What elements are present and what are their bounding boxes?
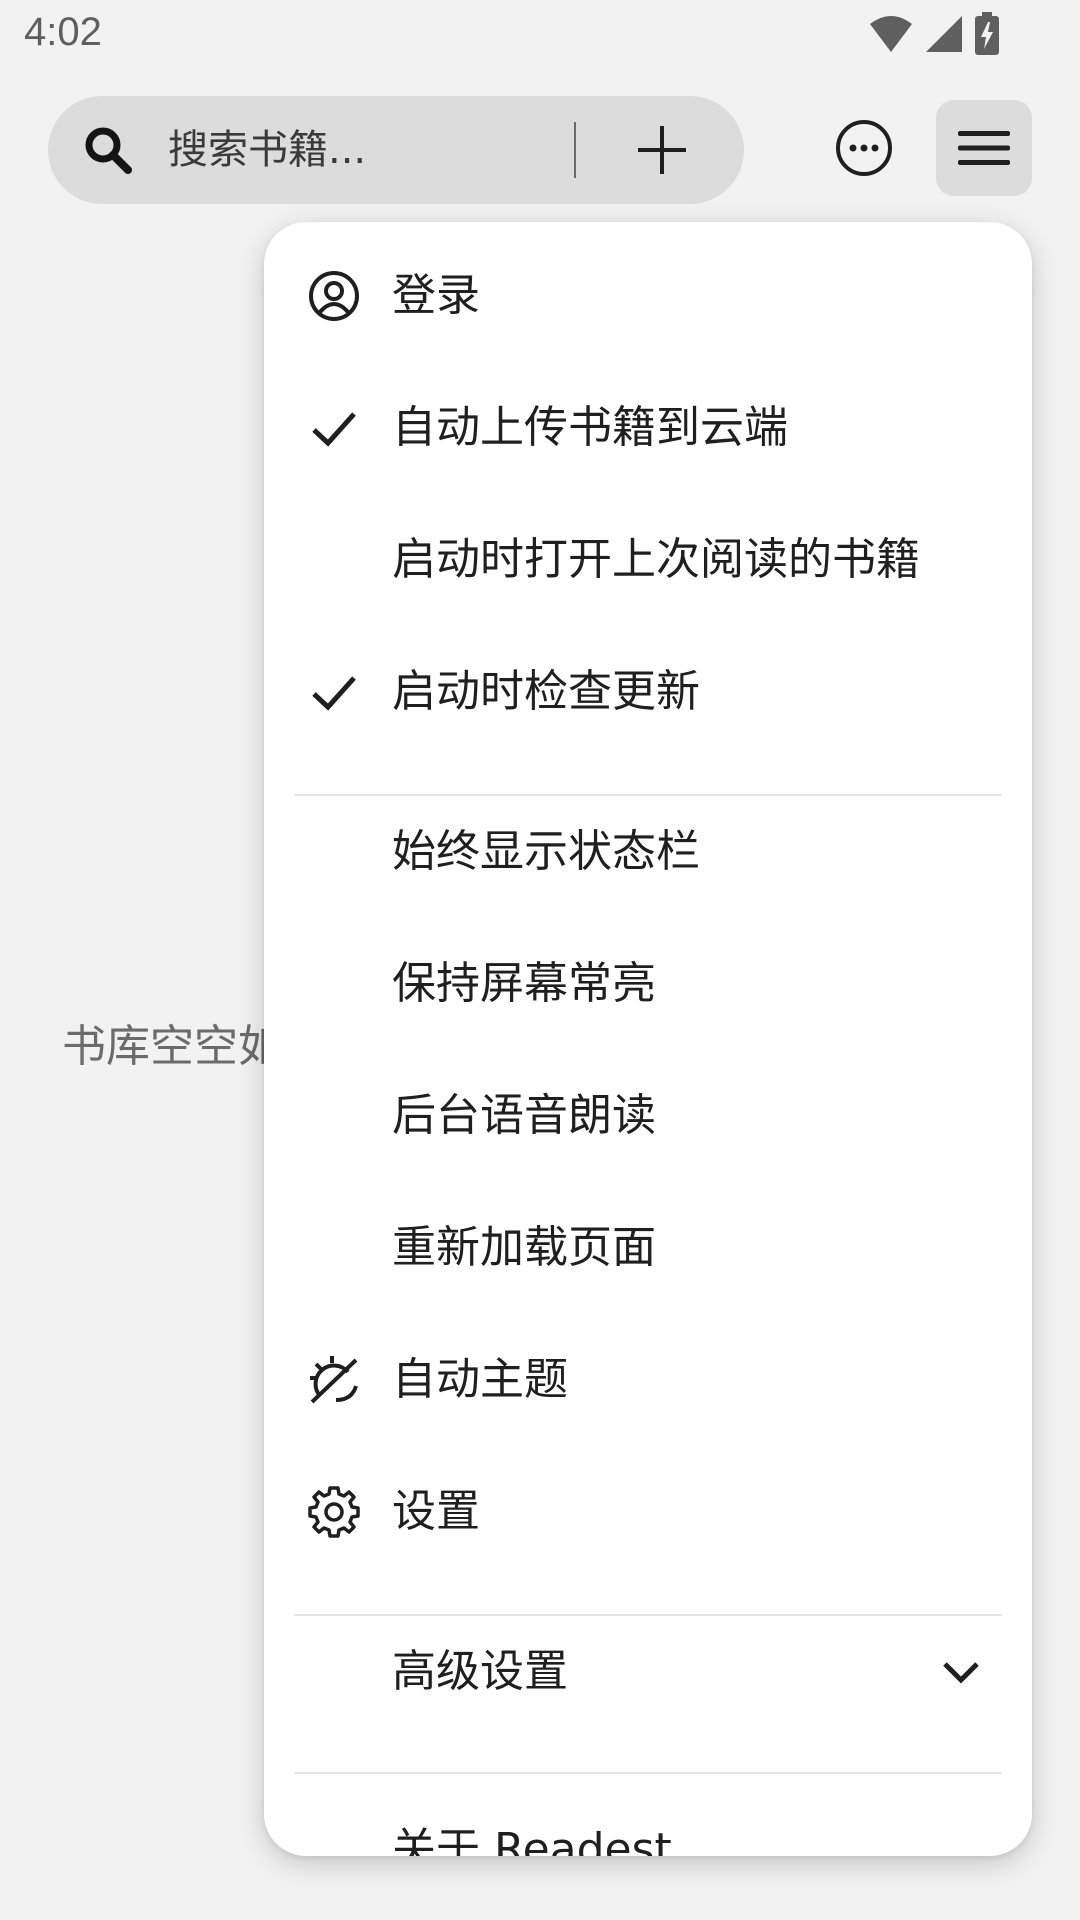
menu-divider [294,1772,1002,1774]
menu-item-label: 设置 [392,1486,480,1537]
menu-item-label: 始终显示状态栏 [392,826,700,877]
menu-item-label: 关于 Readest [392,1824,672,1856]
menu-item-auto-theme[interactable]: 自动主题 [264,1314,1032,1446]
battery-charging-icon [975,12,999,55]
check-icon [312,412,356,447]
menu-item-always-show-statusbar[interactable]: 始终显示状态栏 [264,786,1032,918]
cellular-signal-icon [926,16,962,52]
menu-item-background-tts[interactable]: 后台语音朗读 [264,1050,1032,1182]
menu-item-reload-page[interactable]: 重新加载页面 [264,1182,1032,1314]
search-divider [574,122,576,178]
hamburger-icon [958,131,1010,165]
menu-item-auto-upload[interactable]: 自动上传书籍到云端 [264,362,1032,494]
search-bar [48,96,744,204]
menu-item-about[interactable]: 关于 Readest [264,1784,1032,1856]
more-circle-icon[interactable] [834,118,894,178]
menu-item-check-updates[interactable]: 启动时检查更新 [264,626,1032,758]
menu-item-label: 登录 [392,270,480,321]
check-icon [312,676,356,711]
menu-item-keep-screen-on[interactable]: 保持屏幕常亮 [264,918,1032,1050]
auto-theme-icon [310,1356,358,1404]
menu-item-settings[interactable]: 设置 [264,1446,1032,1578]
app-menu: 登录 自动上传书籍到云端 启动时打开上次阅读的书籍 启动时检查更新 始终显示状态… [264,222,1032,1856]
gear-icon [308,1486,360,1538]
plus-icon[interactable] [634,122,690,178]
search-input[interactable] [168,118,598,182]
menu-item-label: 重新加载页面 [392,1222,656,1273]
status-time: 4:02 [24,10,102,54]
wifi-icon [870,16,912,52]
status-icons [868,12,1000,56]
menu-item-advanced-settings[interactable]: 高级设置 [264,1606,1032,1738]
menu-item-login[interactable]: 登录 [264,230,1032,362]
menu-item-label: 高级设置 [392,1646,568,1697]
menu-item-label: 保持屏幕常亮 [392,958,656,1009]
status-bar: 4:02 [0,0,1080,74]
chevron-down-icon [943,1662,979,1684]
menu-item-label: 启动时检查更新 [392,666,700,717]
menu-item-label: 启动时打开上次阅读的书籍 [392,534,920,585]
menu-item-label: 自动上传书籍到云端 [392,402,788,453]
menu-item-label: 后台语音朗读 [392,1090,656,1141]
menu-item-open-last-book[interactable]: 启动时打开上次阅读的书籍 [264,494,1032,626]
account-circle-icon [309,271,359,321]
menu-item-label: 自动主题 [392,1354,568,1405]
search-icon [85,127,132,174]
menu-button[interactable] [936,100,1032,196]
